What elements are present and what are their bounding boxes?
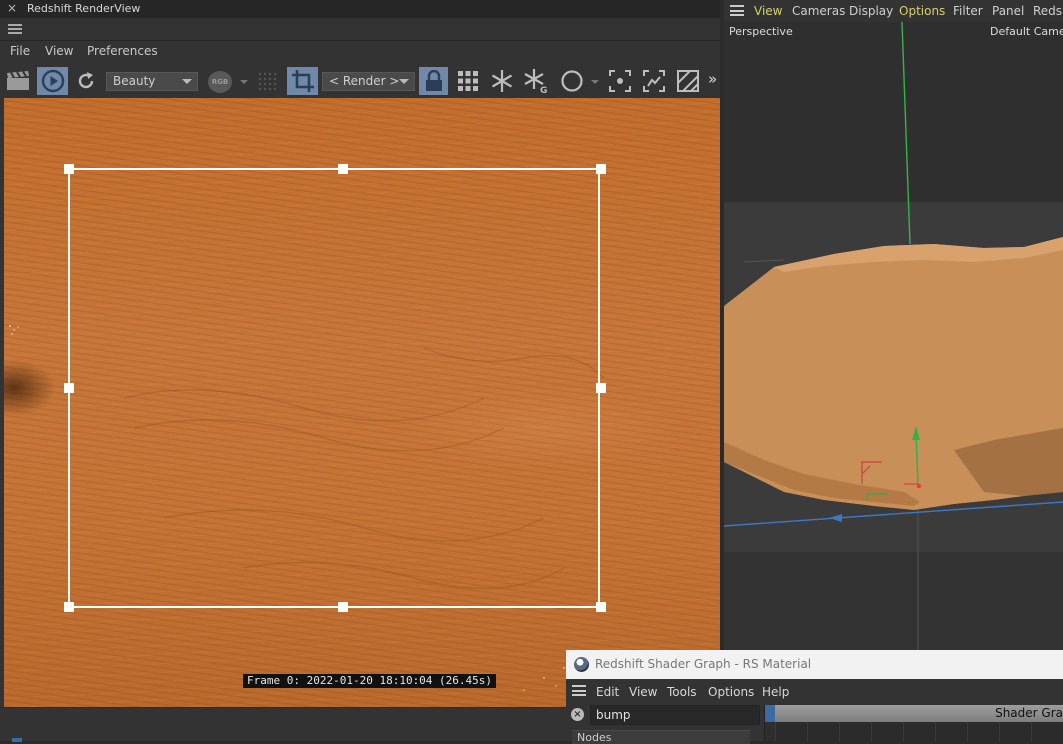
crop-handle-top[interactable] [338,164,348,174]
menu-edit[interactable]: Edit [596,685,619,699]
refresh-icon[interactable] [72,67,100,95]
menu-view[interactable]: View [45,44,73,58]
chevron-down-icon [182,79,192,84]
window-title: Redshift Shader Graph - RS Material [595,657,812,671]
nodes-list-header[interactable]: Nodes [572,730,750,744]
rgb-channel-button[interactable]: RGB [208,71,232,93]
lock-icon[interactable] [419,67,448,95]
viewport-panel: View Cameras Display Options Filter Pane… [724,0,1063,741]
shader-graph-tab-label: Shader Gra [995,706,1063,720]
chevron-down-icon[interactable] [591,80,599,84]
menu-preferences[interactable]: Preferences [87,44,158,58]
node-search-input[interactable]: bump [590,705,760,725]
status-indicator [12,738,22,742]
viewport-menu-cameras[interactable]: Cameras [792,4,845,18]
crop-handle-left[interactable] [64,383,74,393]
chevron-down-icon [399,79,409,84]
menu-tools[interactable]: Tools [667,685,697,699]
divider [0,40,720,41]
tab-accent [765,705,775,722]
crop-handle-bottom-left[interactable] [64,602,74,612]
view-label: Perspective [729,25,793,38]
crop-handle-bottom-right[interactable] [596,602,606,612]
window-title: Redshift RenderView [27,2,141,15]
more-icon[interactable]: » [708,70,717,88]
svg-text:G: G [540,86,547,94]
shader-graph-tab[interactable]: Shader Gra [765,705,1063,722]
crop-handle-bottom[interactable] [338,602,348,612]
start-render-button[interactable] [37,67,68,95]
crop-region-frame[interactable] [64,164,606,612]
viewport-menu-panel[interactable]: Panel [992,4,1024,18]
hamburger-menu-icon[interactable] [8,24,22,34]
fit-region-icon[interactable] [640,67,668,95]
viewport-menu-view[interactable]: View [754,4,782,18]
viewport-menu-filter[interactable]: Filter [953,4,983,18]
sample-region-icon[interactable] [674,67,702,95]
chevron-down-icon[interactable] [240,80,248,84]
hamburger-menu-icon[interactable] [572,685,586,696]
crop-handle-right[interactable] [596,383,606,393]
graph-grid[interactable] [775,722,1063,741]
freeze-icon[interactable] [488,67,516,95]
clear-search-icon[interactable]: × [571,708,584,721]
clapper-icon[interactable] [4,67,32,95]
play-icon [41,69,64,93]
camera-label: Default Camer [990,25,1063,38]
frame-info-label: Frame 0: 2022-01-20 18:10:04 (26.45s) [243,674,497,688]
menu-view[interactable]: View [629,685,657,699]
shader-graph-editor[interactable]: Shader Gra [765,705,1063,741]
freeze-geometry-icon[interactable]: G [522,67,550,95]
shader-graph-titlebar[interactable]: Redshift Shader Graph - RS Material [566,650,1063,679]
hamburger-menu-icon[interactable] [730,5,744,16]
viewport-menu-options[interactable]: Options [899,4,945,18]
crop-handle-top-left[interactable] [64,164,74,174]
crop-handle-top-right[interactable] [596,164,606,174]
close-icon[interactable]: × [7,1,17,15]
aov-dropdown-value: Beauty [113,74,156,88]
viewport-menu-bar: View Cameras Display Options Filter Pane… [724,0,1063,22]
render-mode-dropdown[interactable]: < Render > [322,72,415,91]
viewport-scene [724,22,1063,662]
crop-region-icon[interactable] [287,67,318,95]
grid-icon[interactable] [454,67,482,95]
render-view-titlebar: × Redshift RenderView [0,0,720,18]
shader-graph-menu-bar: Edit View Tools Options Help [566,679,1063,703]
menu-file[interactable]: File [10,44,30,58]
render-view-window: × Redshift RenderView File View Preferen… [0,0,720,742]
viewport-menu-display[interactable]: Display [849,4,893,18]
dither-icon[interactable] [253,67,281,95]
3d-viewport[interactable]: Perspective Default Camer [724,22,1063,741]
menu-help[interactable]: Help [762,685,789,699]
aov-dropdown[interactable]: Beauty [106,72,198,91]
render-mode-value: < Render > [329,74,400,88]
focus-icon[interactable] [606,67,634,95]
viewport-menu-redshift[interactable]: Redsh [1033,4,1063,18]
circle-icon[interactable] [558,67,586,95]
shader-graph-window: Redshift Shader Graph - RS Material Edit… [566,650,1063,744]
render-toolbar: Beauty RGB < Render > G » [0,64,720,98]
menu-options[interactable]: Options [708,685,754,699]
cinema4d-logo-icon [574,657,589,672]
